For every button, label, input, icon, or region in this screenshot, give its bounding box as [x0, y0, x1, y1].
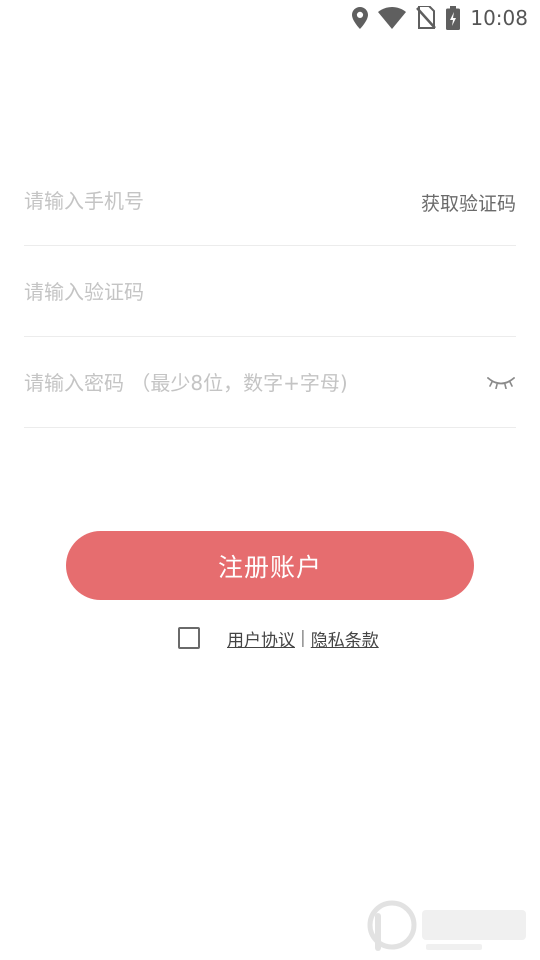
- privacy-policy-link[interactable]: 隐私条款: [311, 626, 379, 651]
- code-field-row: [24, 246, 516, 337]
- eye-closed-icon[interactable]: [486, 367, 516, 397]
- status-time: 10:08: [470, 6, 528, 30]
- agreement-separator: |: [300, 628, 306, 648]
- battery-charging-icon: [446, 6, 461, 30]
- agreement-checkbox[interactable]: [178, 627, 200, 649]
- phone-input[interactable]: [24, 185, 424, 217]
- get-code-button[interactable]: 获取验证码: [421, 189, 516, 216]
- phone-field-row: 获取验证码: [24, 155, 516, 246]
- register-button[interactable]: 注册账户: [66, 531, 474, 600]
- user-agreement-link[interactable]: 用户协议: [227, 626, 295, 651]
- no-sim-icon: [416, 6, 437, 30]
- verification-code-input[interactable]: [24, 276, 424, 308]
- status-bar: 10:08: [0, 0, 540, 36]
- wifi-icon: [378, 7, 407, 29]
- location-icon: [352, 7, 369, 29]
- agreement-row: 用户协议 | 隐私条款: [178, 624, 379, 652]
- watermark-logo: [364, 898, 534, 956]
- password-input[interactable]: [24, 367, 424, 399]
- password-field-row: [24, 337, 516, 428]
- register-form: 获取验证码: [24, 155, 516, 428]
